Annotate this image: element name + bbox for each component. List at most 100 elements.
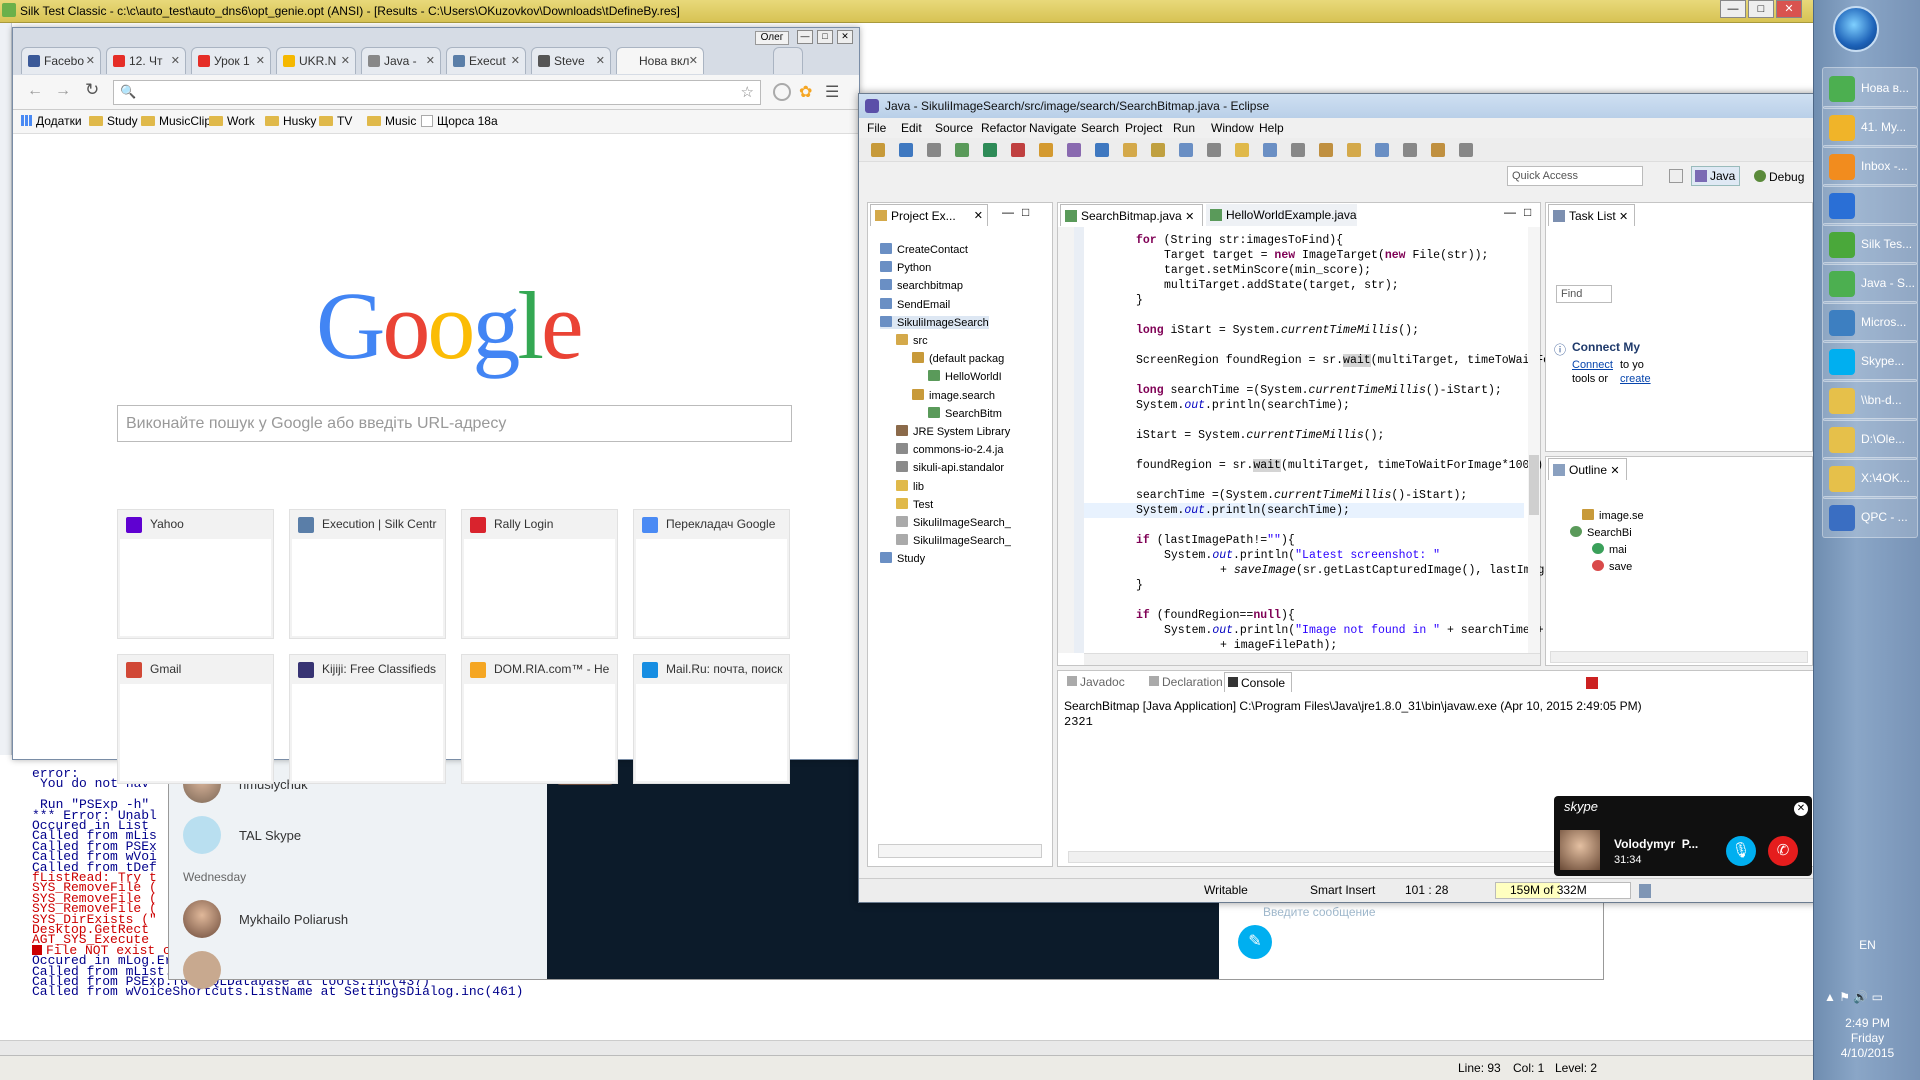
chrome-tab[interactable]: 12. Чт ✕ bbox=[106, 47, 186, 74]
close-icon[interactable]: ✕ bbox=[596, 48, 605, 74]
chrome-tab[interactable]: Урок 1 ✕ bbox=[191, 47, 271, 74]
chrome-tab[interactable]: UKR.N ✕ bbox=[276, 47, 356, 74]
taskbar-button[interactable]: X:\4OK... bbox=[1822, 457, 1918, 499]
attach-icon[interactable]: ✎ bbox=[1238, 925, 1272, 959]
editor-tab-helloworld[interactable]: HelloWorldExample.java bbox=[1206, 204, 1357, 226]
close-icon[interactable]: ✕ bbox=[974, 205, 983, 227]
tab-project-explorer[interactable]: Project Ex... ✕ bbox=[870, 204, 988, 226]
tree-item[interactable]: SikuliImageSearch bbox=[880, 315, 989, 329]
most-visited-tile[interactable]: DOM.RIA.com™ - Не bbox=[461, 654, 618, 784]
tree-item[interactable]: searchbitmap bbox=[880, 279, 963, 292]
outline-item[interactable]: image.se bbox=[1582, 509, 1644, 522]
toolbar-button-icon[interactable] bbox=[1291, 143, 1305, 157]
clock[interactable]: 2:49 PM Friday 4/10/2015 bbox=[1814, 1016, 1920, 1061]
tree-item[interactable]: SearchBitm bbox=[928, 406, 1002, 420]
connect-link[interactable]: Connect bbox=[1572, 359, 1613, 371]
most-visited-tile[interactable]: Yahoo bbox=[117, 509, 274, 639]
toolbar-button-icon[interactable] bbox=[1375, 143, 1389, 157]
most-visited-tile[interactable]: Kijiji: Free Classifieds bbox=[289, 654, 446, 784]
taskbar-button[interactable] bbox=[1822, 184, 1918, 226]
toolbar-button-icon[interactable] bbox=[1011, 143, 1025, 157]
most-visited-tile[interactable]: Execution | Silk Centr bbox=[289, 509, 446, 639]
tree-item[interactable]: CreateContact bbox=[880, 243, 968, 256]
toolbar-button-icon[interactable] bbox=[1403, 143, 1417, 157]
scroll-thumb[interactable] bbox=[1529, 455, 1539, 515]
toolbar-button-icon[interactable] bbox=[1179, 143, 1193, 157]
perspective-debug[interactable]: Debug bbox=[1753, 166, 1804, 188]
heap-status[interactable]: 159M of 332M bbox=[1495, 882, 1631, 899]
console-output[interactable]: 2321 bbox=[1064, 715, 1093, 729]
chrome-tab[interactable]: Steve ✕ bbox=[531, 47, 611, 74]
maximize-button[interactable]: □ bbox=[817, 30, 833, 44]
create-link[interactable]: create bbox=[1620, 373, 1651, 385]
tree-item[interactable]: sikuli-api.standalor bbox=[896, 461, 1004, 474]
menu-icon[interactable]: ☰ bbox=[825, 82, 839, 102]
bookmark-item[interactable]: Додатки bbox=[21, 110, 82, 133]
message-input[interactable]: Введите сообщение bbox=[1263, 905, 1376, 919]
toolbar-button-icon[interactable] bbox=[1319, 143, 1333, 157]
close-icon[interactable]: ✕ bbox=[256, 48, 265, 74]
toolbar-button-icon[interactable] bbox=[955, 143, 969, 157]
toolbar-button-icon[interactable] bbox=[1123, 143, 1137, 157]
address-bar[interactable]: 🔍 ☆ bbox=[113, 80, 761, 105]
extension-paw-icon[interactable]: ✿ bbox=[799, 82, 812, 102]
bookmark-item[interactable]: Work bbox=[209, 110, 255, 133]
taskbar-button[interactable]: Silk Tes... bbox=[1822, 223, 1918, 265]
menu-navigate[interactable]: Navigate bbox=[1029, 118, 1076, 138]
chrome-tab[interactable]: Нова вкл ✕ bbox=[616, 47, 704, 74]
hang-up-icon[interactable]: ✆ bbox=[1768, 836, 1798, 866]
toolbar-button-icon[interactable] bbox=[983, 143, 997, 157]
taskbar-button[interactable]: Skype... bbox=[1822, 340, 1918, 382]
tree-item[interactable]: SikuliImageSearch_ bbox=[896, 516, 1011, 529]
tab-task-list[interactable]: Task List ✕ bbox=[1548, 204, 1636, 226]
tree-item[interactable]: Test bbox=[896, 497, 933, 511]
close-icon[interactable]: ✕ bbox=[1185, 211, 1194, 223]
reload-icon[interactable]: ↻ bbox=[85, 80, 99, 100]
tree-item[interactable]: (default packag bbox=[912, 352, 1004, 365]
open-perspective-icon[interactable] bbox=[1669, 169, 1683, 183]
menu-search[interactable]: Search bbox=[1081, 118, 1119, 138]
taskbar-button[interactable]: \\bn-d... bbox=[1822, 379, 1918, 421]
menu-edit[interactable]: Edit bbox=[901, 118, 922, 138]
minimize-button[interactable]: — bbox=[1720, 0, 1746, 18]
close-button[interactable]: ✕ bbox=[1776, 0, 1802, 18]
new-tab-button[interactable] bbox=[773, 47, 803, 74]
taskbar-button[interactable]: Micros... bbox=[1822, 301, 1918, 343]
most-visited-tile[interactable]: Перекладач Google bbox=[633, 509, 790, 639]
minimize-view-icon[interactable]: — bbox=[1504, 205, 1516, 219]
bookmark-item[interactable]: Щорса 18а bbox=[421, 110, 498, 133]
microphone-icon[interactable]: 🎙 bbox=[1726, 836, 1756, 866]
menu-refactor[interactable]: Refactor bbox=[981, 118, 1026, 138]
bookmark-item[interactable]: Husky bbox=[265, 110, 316, 133]
tree-item[interactable]: SikuliImageSearch_ bbox=[896, 534, 1011, 547]
star-icon[interactable]: ☆ bbox=[741, 83, 754, 101]
toolbar-button-icon[interactable] bbox=[899, 143, 913, 157]
taskbar-button[interactable]: 41. My... bbox=[1822, 106, 1918, 148]
chrome-tab[interactable]: Java - ✕ bbox=[361, 47, 441, 74]
tree-item[interactable]: HelloWorldI bbox=[928, 370, 1002, 383]
terminate-icon[interactable] bbox=[1586, 677, 1598, 689]
menu-help[interactable]: Help bbox=[1259, 118, 1284, 138]
bookmark-item[interactable]: Music bbox=[367, 110, 416, 133]
taskbar-button[interactable]: QPC - ... bbox=[1822, 496, 1918, 538]
close-icon[interactable]: ✕ bbox=[511, 48, 520, 74]
language-indicator[interactable]: EN bbox=[1814, 938, 1920, 952]
close-icon[interactable]: ✕ bbox=[86, 48, 95, 74]
chrome-tab[interactable]: Execut ✕ bbox=[446, 47, 526, 74]
tab-javadoc[interactable]: Javadoc bbox=[1064, 672, 1131, 692]
tab-console[interactable]: Console bbox=[1224, 672, 1293, 692]
start-button[interactable] bbox=[1833, 6, 1879, 52]
tree-item[interactable]: lib bbox=[896, 479, 924, 493]
tree-item[interactable]: JRE System Library bbox=[896, 425, 1010, 438]
bookmark-item[interactable]: TV bbox=[319, 110, 352, 133]
editor-tab-searchbitmap[interactable]: SearchBitmap.java ✕ bbox=[1060, 204, 1204, 226]
close-icon[interactable]: ✕ bbox=[1610, 465, 1619, 477]
toolbar-button-icon[interactable] bbox=[871, 143, 885, 157]
quick-access-input[interactable]: Quick Access bbox=[1507, 166, 1643, 186]
tree-item[interactable]: SendEmail bbox=[880, 297, 950, 311]
most-visited-tile[interactable]: Mail.Ru: почта, поиск bbox=[633, 654, 790, 784]
outline-item[interactable]: SearchBi bbox=[1570, 526, 1632, 539]
tree-item[interactable]: src bbox=[896, 334, 928, 347]
minimize-view-icon[interactable]: — bbox=[1002, 205, 1014, 219]
menu-file[interactable]: File bbox=[867, 118, 886, 138]
